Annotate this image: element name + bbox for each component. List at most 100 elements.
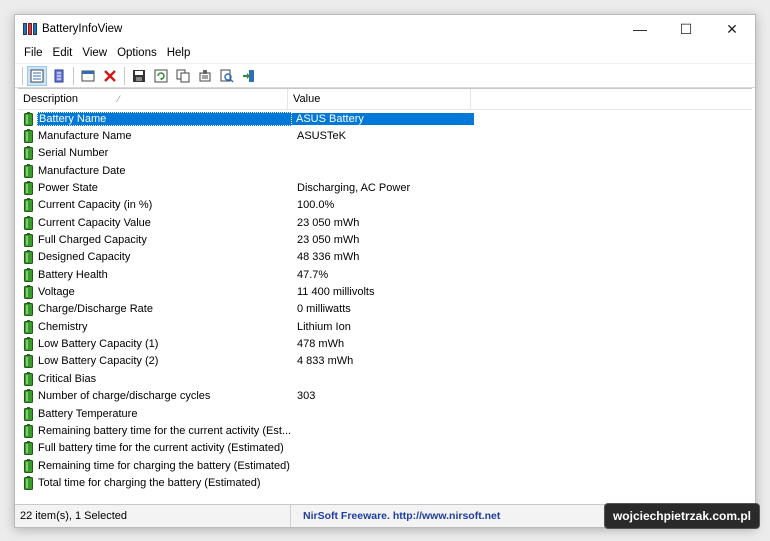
- menu-help[interactable]: Help: [162, 47, 196, 59]
- list-item[interactable]: Power State Discharging, AC Power: [18, 179, 752, 196]
- row-value: 303: [297, 390, 316, 403]
- row-description: Current Capacity Value: [38, 216, 151, 229]
- battery-icon: [24, 163, 33, 178]
- row-description: Battery Temperature: [38, 407, 138, 420]
- row-description: Serial Number: [38, 147, 109, 160]
- battery-icon: [24, 267, 33, 282]
- row-description: Current Capacity (in %): [38, 199, 153, 212]
- list-item[interactable]: Number of charge/discharge cycles 303: [18, 388, 752, 405]
- list-item[interactable]: Remaining time for charging the battery …: [18, 457, 752, 474]
- column-header-value[interactable]: Value: [288, 89, 471, 109]
- list-item[interactable]: Designed Capacity 48 336 mWh: [18, 249, 752, 266]
- watermark-badge: wojciechpietrzak.com.pl: [603, 503, 760, 529]
- row-value: 100.0%: [297, 199, 335, 212]
- list-item[interactable]: Full battery time for the current activi…: [18, 440, 752, 457]
- menu-edit[interactable]: Edit: [48, 47, 78, 59]
- row-value: 23 050 mWh: [297, 216, 360, 229]
- list-item[interactable]: Low Battery Capacity (1) 478 mWh: [18, 335, 752, 352]
- window-title: BatteryInfoView: [42, 23, 123, 35]
- title-bar[interactable]: BatteryInfoView — ☐ ✕: [15, 15, 755, 43]
- row-description: Designed Capacity: [38, 251, 131, 264]
- row-description: Battery Health: [38, 268, 108, 281]
- row-description: Manufacture Name: [38, 130, 132, 143]
- row-description: Battery Name: [37, 111, 292, 126]
- html-report-icon[interactable]: [78, 66, 98, 86]
- row-value: 23 050 mWh: [297, 234, 360, 247]
- battery-icon: [24, 441, 33, 456]
- delete-icon[interactable]: [100, 66, 120, 86]
- row-value: ASUSTeK: [297, 130, 346, 143]
- list-item[interactable]: Voltage 11 400 millivolts: [18, 283, 752, 300]
- row-value: 48 336 mWh: [297, 251, 360, 264]
- list-item[interactable]: Low Battery Capacity (2) 4 833 mWh: [18, 353, 752, 370]
- row-description: Chemistry: [38, 320, 88, 333]
- battery-icon: [24, 215, 33, 230]
- menu-file[interactable]: File: [19, 47, 48, 59]
- list-item[interactable]: Current Capacity (in %) 100.0%: [18, 197, 752, 214]
- list-item[interactable]: Manufacture Name ASUSTeK: [18, 127, 752, 144]
- menu-view[interactable]: View: [77, 47, 112, 59]
- battery-icon: [24, 458, 33, 473]
- list-item[interactable]: Critical Bias: [18, 370, 752, 387]
- row-description: Total time for charging the battery (Est…: [38, 476, 261, 489]
- battery-icon: [24, 111, 33, 126]
- battery-icon: [24, 181, 33, 196]
- row-value: 47.7%: [297, 268, 329, 281]
- list-item[interactable]: Battery Name ASUS Battery: [18, 110, 752, 127]
- row-description: Voltage: [38, 286, 75, 299]
- app-icon: [23, 23, 37, 35]
- status-item-count: 22 item(s), 1 Selected: [15, 505, 291, 527]
- list-item[interactable]: Total time for charging the battery (Est…: [18, 474, 752, 491]
- battery-icon: [24, 354, 33, 369]
- battery-icon: [24, 250, 33, 265]
- sort-ascending-icon: ⁄: [118, 94, 120, 104]
- nirsoft-link[interactable]: NirSoft Freeware. http://www.nirsoft.net: [291, 510, 500, 522]
- list-item[interactable]: Remaining battery time for the current a…: [18, 422, 752, 439]
- row-description: Critical Bias: [38, 372, 97, 385]
- maximize-button[interactable]: ☐: [663, 15, 709, 43]
- copy-icon[interactable]: [173, 66, 193, 86]
- exit-icon[interactable]: [239, 66, 259, 86]
- minimize-button[interactable]: —: [617, 15, 663, 43]
- battery-icon: [24, 285, 33, 300]
- column-header-description[interactable]: Description ⁄: [18, 89, 288, 109]
- row-description: Low Battery Capacity (1): [38, 338, 159, 351]
- battery-icon: [24, 337, 33, 352]
- battery-icon: [24, 389, 33, 404]
- list-item[interactable]: Charge/Discharge Rate 0 milliwatts: [18, 301, 752, 318]
- properties-icon[interactable]: [27, 65, 47, 86]
- row-value: Discharging, AC Power: [297, 182, 411, 195]
- list-item[interactable]: Full Charged Capacity 23 050 mWh: [18, 231, 752, 248]
- menu-options[interactable]: Options: [112, 47, 162, 59]
- list-header: Description ⁄ Value: [18, 89, 752, 110]
- save-icon[interactable]: [129, 66, 149, 86]
- list-rows: Battery Name ASUS Battery Manufacture Name…: [18, 110, 752, 492]
- battery-icon: [24, 475, 33, 490]
- list-item[interactable]: Current Capacity Value 23 050 mWh: [18, 214, 752, 231]
- list-item[interactable]: Serial Number: [18, 145, 752, 162]
- row-value: ASUS Battery: [292, 112, 474, 125]
- battery-info-list[interactable]: Description ⁄ Value Battery Name ASUS Bat…: [18, 88, 752, 503]
- options-icon[interactable]: [195, 66, 215, 86]
- row-description: Remaining time for charging the battery …: [38, 459, 290, 472]
- row-description: Full battery time for the current activi…: [38, 442, 284, 455]
- close-button[interactable]: ✕: [709, 15, 755, 43]
- refresh-icon[interactable]: [151, 66, 171, 86]
- row-description: Manufacture Date: [38, 164, 126, 177]
- battery-icon: [24, 371, 33, 386]
- list-item[interactable]: Battery Health 47.7%: [18, 266, 752, 283]
- row-value: Lithium Ion: [297, 320, 351, 333]
- row-value: 0 milliwatts: [297, 303, 351, 316]
- list-item[interactable]: Battery Temperature: [18, 405, 752, 422]
- row-description: Power State: [38, 182, 98, 195]
- row-value: 478 mWh: [297, 338, 345, 351]
- battery-icon: [24, 146, 33, 161]
- list-item[interactable]: Chemistry Lithium Ion: [18, 318, 752, 335]
- battery-info-icon[interactable]: [49, 66, 69, 86]
- list-item[interactable]: Manufacture Date: [18, 162, 752, 179]
- row-value: 4 833 mWh: [297, 355, 354, 368]
- row-description: Full Charged Capacity: [38, 234, 147, 247]
- row-description: Remaining battery time for the current a…: [38, 424, 292, 437]
- find-icon[interactable]: [217, 66, 237, 86]
- battery-icon: [24, 129, 33, 144]
